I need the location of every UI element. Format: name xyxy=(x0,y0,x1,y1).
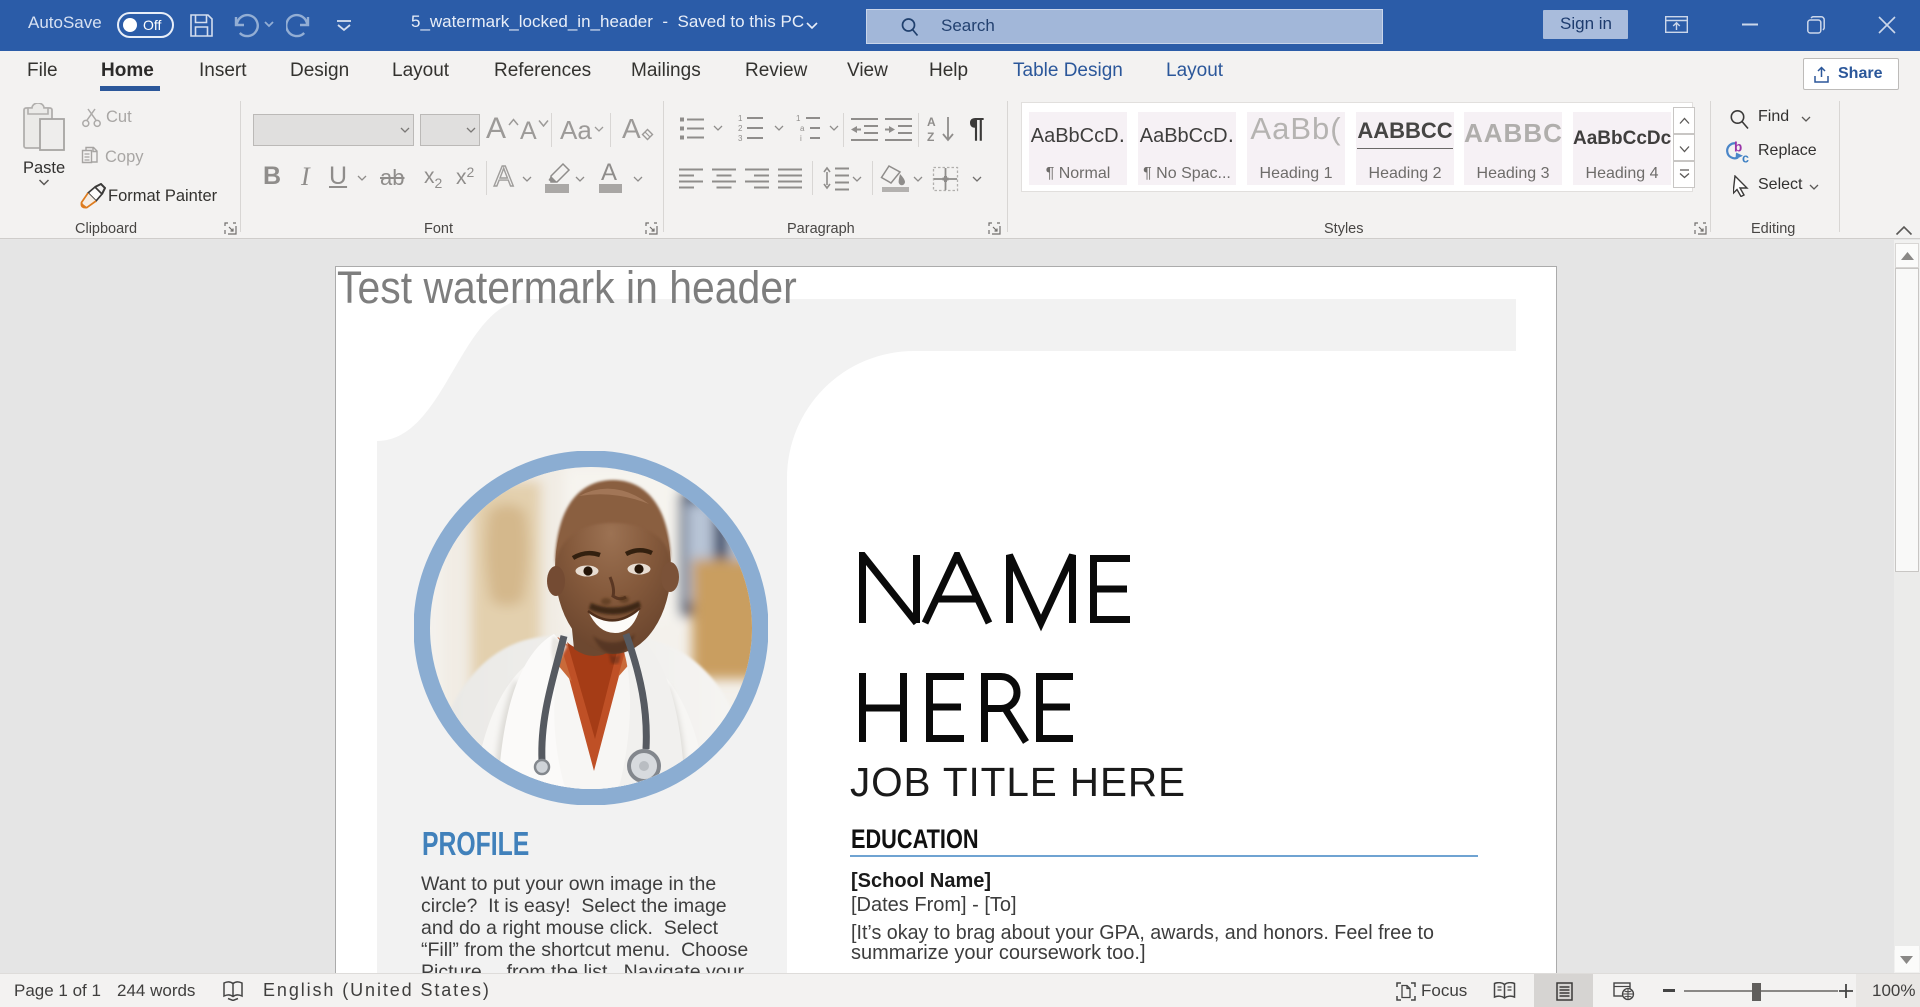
svg-text:3: 3 xyxy=(738,134,743,142)
svg-text:2: 2 xyxy=(738,124,743,133)
svg-text:a: a xyxy=(800,124,805,133)
svg-text:i: i xyxy=(800,134,802,142)
svg-text:c: c xyxy=(1742,152,1749,166)
svg-text:1: 1 xyxy=(738,114,743,123)
svg-text:1: 1 xyxy=(796,114,801,123)
svg-text:b: b xyxy=(1734,140,1742,155)
svg-text:Z: Z xyxy=(927,130,934,143)
svg-text:A: A xyxy=(927,115,936,129)
